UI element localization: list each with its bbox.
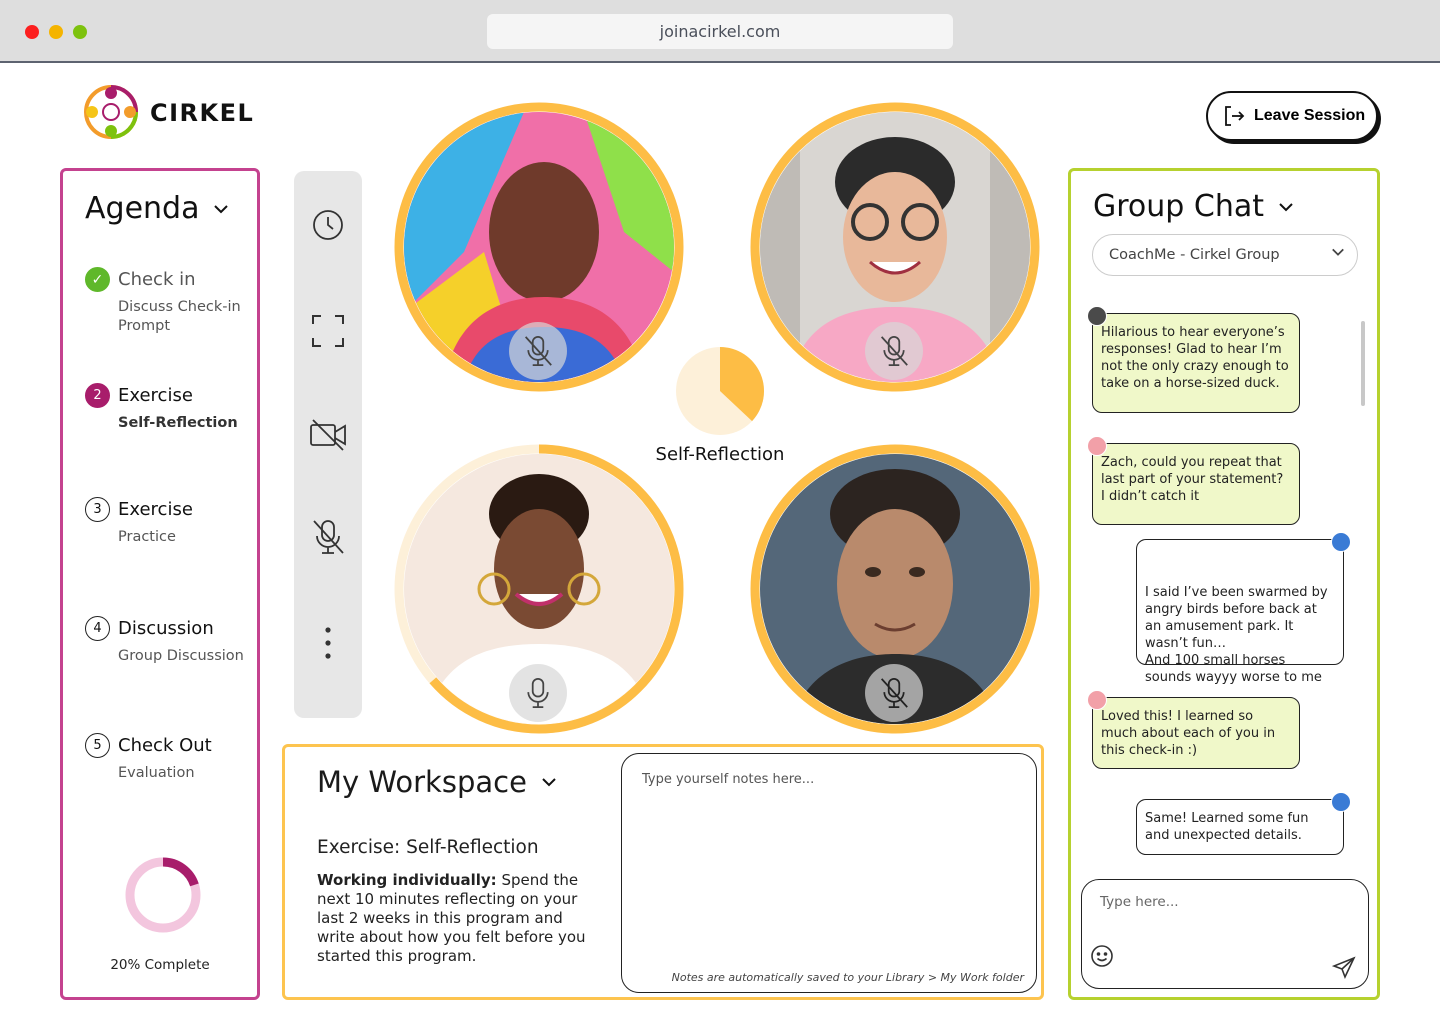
agenda-item-subtitle: Practice (118, 529, 176, 545)
call-toolbar (294, 171, 362, 718)
more-options-button[interactable] (308, 623, 348, 663)
browser-chrome: joinacirkel.com (0, 0, 1440, 63)
camera-off-icon (310, 419, 346, 451)
mic-off-icon (313, 520, 344, 554)
participant-tile-2[interactable] (750, 102, 1040, 392)
participant-tile-1[interactable] (394, 102, 684, 392)
workspace-exercise-title: Exercise: Self-Reflection (317, 837, 539, 858)
chat-message: Same! Learned some fun and unexpected de… (1136, 792, 1351, 855)
fullscreen-button[interactable] (308, 311, 348, 351)
leave-session-label: Leave Session (1254, 107, 1366, 124)
avatar (1087, 436, 1107, 456)
agenda-item-title: Discussion (118, 618, 214, 639)
workspace-description: Working individually: Spend the next 10 … (317, 871, 602, 966)
mic-off-icon (880, 678, 908, 708)
mic-off-icon (524, 336, 552, 366)
message-text: Hilarious to hear everyone’s responses! … (1101, 325, 1289, 391)
close-window-button[interactable] (25, 25, 39, 39)
chat-group-select[interactable]: CoachMe - Cirkel Group (1092, 234, 1358, 276)
message-text: I said I’ve been swarmed by angry birds … (1145, 585, 1328, 685)
chat-message: Zach, could you repeat that last part of… (1087, 436, 1300, 525)
avatar (1087, 306, 1107, 326)
chevron-down-icon (214, 204, 229, 213)
brand-name: CIRKEL (150, 99, 255, 127)
chat-message: I said I’ve been swarmed by angry birds … (1136, 532, 1351, 685)
address-bar[interactable]: joinacirkel.com (487, 14, 953, 49)
chat-title: Group Chat (1093, 189, 1264, 224)
agenda-item-exercise-self-reflection[interactable]: 2 Exercise Self-Reflection (85, 383, 255, 433)
send-icon[interactable] (1332, 956, 1356, 980)
agenda-item-subtitle: Discuss Check-in Prompt (118, 299, 241, 334)
muted-mic-button[interactable] (865, 664, 923, 722)
chat-scrollbar[interactable] (1361, 321, 1365, 406)
chat-message: Hilarious to hear everyone’s responses! … (1087, 306, 1300, 413)
avatar (1331, 532, 1351, 552)
cirkel-logo-icon (84, 85, 138, 139)
notes-textarea[interactable]: Type yourself notes here... Notes are au… (621, 753, 1037, 993)
agenda-item-title: Exercise (118, 385, 193, 406)
agenda-item-subtitle: Group Discussion (118, 648, 244, 664)
muted-mic-button[interactable] (509, 322, 567, 380)
step-number-badge: 3 (85, 497, 110, 522)
avatar (1087, 690, 1107, 710)
notes-footer: Notes are automatically saved to your Li… (671, 971, 1024, 984)
activity-timer-pie (676, 347, 764, 435)
chevron-down-icon (542, 778, 556, 787)
mic-button[interactable] (509, 664, 567, 722)
emoji-icon[interactable] (1090, 944, 1114, 968)
description-bold: Working individually: (317, 871, 497, 889)
agenda-item-discussion[interactable]: 4 Discussion Group Discussion (85, 616, 255, 666)
agenda-item-title: Check in (118, 269, 196, 290)
progress-label: 20% Complete (110, 957, 210, 973)
workspace-header[interactable]: My Workspace (317, 765, 557, 799)
workspace-panel: My Workspace Exercise: Self-Reflection W… (282, 744, 1044, 1000)
step-number-badge: 5 (85, 733, 110, 758)
message-text: Zach, could you repeat that last part of… (1101, 455, 1284, 504)
mic-off-icon (880, 336, 908, 366)
chat-header[interactable]: Group Chat (1093, 189, 1294, 224)
maximize-window-button[interactable] (73, 25, 87, 39)
step-number-badge: 2 (85, 383, 110, 408)
agenda-panel: Agenda ✓ Check in Discuss Check-in Prompt… (60, 168, 260, 1000)
chat-input-placeholder: Type here... (1100, 894, 1179, 910)
leave-session-button[interactable]: Leave Session (1206, 91, 1378, 141)
agenda-item-exercise-practice[interactable]: 3 Exercise Practice (85, 497, 255, 547)
notes-placeholder: Type yourself notes here... (642, 772, 815, 787)
activity-label: Self-Reflection (655, 444, 785, 465)
chevron-down-icon (1332, 248, 1344, 256)
check-icon: ✓ (85, 267, 110, 292)
exit-icon (1225, 106, 1245, 126)
agenda-item-title: Exercise (118, 499, 193, 520)
progress-ring (125, 857, 201, 933)
avatar (1331, 792, 1351, 812)
agenda-header[interactable]: Agenda (85, 191, 229, 226)
mic-toggle-button[interactable] (308, 517, 348, 557)
camera-toggle-button[interactable] (308, 414, 348, 454)
chevron-down-icon (1279, 202, 1293, 211)
chat-message-input[interactable]: Type here... (1081, 879, 1369, 989)
workspace-title: My Workspace (317, 765, 527, 799)
fullscreen-icon (312, 315, 344, 347)
agenda-item-title: Check Out (118, 735, 212, 756)
minimize-window-button[interactable] (49, 25, 63, 39)
agenda-item-check-in[interactable]: ✓ Check in Discuss Check-in Prompt (85, 267, 255, 336)
more-icon (325, 627, 331, 659)
message-text: Same! Learned some fun and unexpected de… (1145, 811, 1309, 843)
chat-message: Loved this! I learned so much about each… (1087, 690, 1300, 769)
mic-icon (527, 678, 549, 708)
participant-tile-4[interactable] (750, 444, 1040, 734)
agenda-item-subtitle: Evaluation (118, 765, 195, 781)
agenda-title: Agenda (85, 191, 200, 226)
group-chat-panel: Group Chat CoachMe - Cirkel Group Hilari… (1068, 168, 1380, 1000)
agenda-item-check-out[interactable]: 5 Check Out Evaluation (85, 733, 255, 783)
clock-icon (313, 210, 343, 240)
message-text: Loved this! I learned so much about each… (1101, 709, 1276, 758)
clock-button[interactable] (308, 205, 348, 245)
participant-tile-3[interactable] (394, 444, 684, 734)
muted-mic-button[interactable] (865, 322, 923, 380)
step-number-badge: 4 (85, 616, 110, 641)
chat-group-value: CoachMe - Cirkel Group (1109, 247, 1280, 263)
agenda-item-subtitle: Self-Reflection (118, 415, 238, 431)
